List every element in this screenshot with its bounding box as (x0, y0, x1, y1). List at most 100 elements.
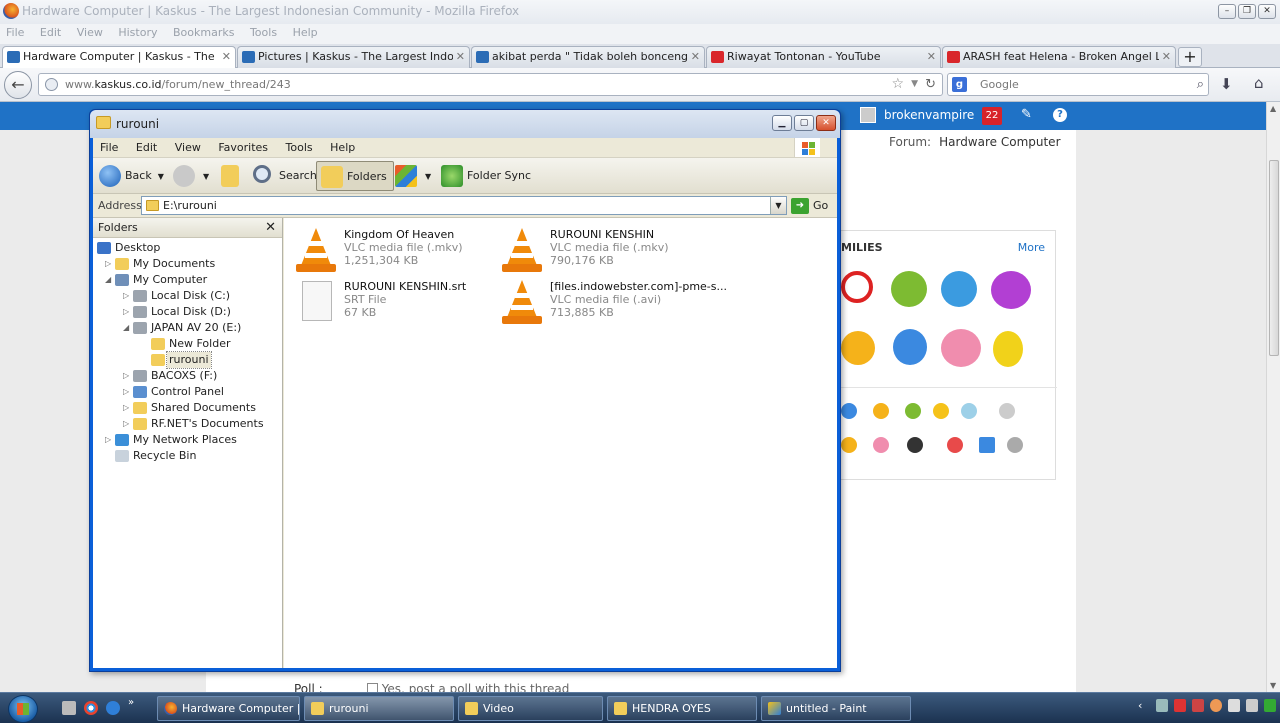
start-button[interactable] (8, 695, 38, 723)
menu-history[interactable]: History (118, 24, 157, 42)
ie-icon[interactable] (106, 701, 120, 715)
forward-button[interactable]: ▼ (169, 161, 215, 191)
address-input[interactable]: E:\rurouni ▼ (141, 196, 787, 215)
tray-icon[interactable] (1264, 699, 1276, 712)
task-video[interactable]: Video (458, 696, 603, 721)
restore-button[interactable]: ❐ (1238, 4, 1256, 19)
task-firefox[interactable]: Hardware Computer | ... (157, 696, 300, 721)
blue-smiley-icon[interactable] (941, 271, 977, 307)
mini-smiley-icon[interactable] (873, 403, 889, 419)
quick-launch-icon[interactable] (62, 701, 76, 715)
history-dropdown-icon[interactable]: ▼ (911, 74, 918, 95)
mini-smiley-icon[interactable] (905, 403, 921, 419)
pencil-icon[interactable]: ✎ (1021, 107, 1032, 122)
mini-smiley-icon[interactable] (907, 437, 923, 453)
username-link[interactable]: brokenvampire (884, 108, 974, 122)
maximize-button[interactable]: ▢ (794, 115, 814, 131)
minimize-button[interactable]: ▁ (772, 115, 792, 131)
expand-icon[interactable]: ▷ (123, 368, 129, 384)
address-dropdown-icon[interactable]: ▼ (770, 197, 786, 214)
file-item[interactable]: [files.indowebster.com]-pme-s... VLC med… (496, 276, 727, 328)
tab-akibat-perda[interactable]: akibat perda " Tidak boleh bonceng ngan.… (471, 46, 705, 68)
tray-icon[interactable] (1156, 699, 1168, 712)
folders-button[interactable]: Folders (316, 161, 394, 191)
task-rurouni[interactable]: rurouni (304, 696, 454, 721)
tray-expand-icon[interactable]: ‹ (1138, 699, 1142, 712)
expand-icon[interactable]: ▷ (123, 400, 129, 416)
more-smilies-link[interactable]: More (1018, 241, 1045, 254)
bookmark-star-icon[interactable]: ☆ (891, 74, 904, 95)
mini-smiley-icon[interactable] (873, 437, 889, 453)
help-icon[interactable]: ? (1053, 108, 1067, 122)
menu-file[interactable]: File (6, 24, 24, 42)
tray-icon[interactable] (1192, 699, 1204, 712)
close-tab-icon[interactable]: ✕ (222, 47, 231, 67)
file-item[interactable]: Kingdom Of Heaven VLC media file (.mkv) … (290, 224, 490, 276)
menu-help[interactable]: Help (330, 138, 355, 157)
minimize-button[interactable]: – (1218, 4, 1236, 19)
expand-icon[interactable]: ▷ (123, 384, 129, 400)
up-arrow-icon[interactable] (979, 437, 995, 453)
back-arrow-icon[interactable]: ← (4, 71, 32, 99)
menu-file[interactable]: File (100, 138, 118, 157)
more-quick-launch-icon[interactable]: » (128, 697, 142, 711)
green-smiley-icon[interactable] (891, 271, 927, 307)
url-bar[interactable]: www.kaskus.co.id/forum/new_thread/243 ☆ … (38, 73, 943, 96)
no-smiley-icon[interactable] (841, 271, 873, 303)
download-icon[interactable]: ⬇ (1220, 75, 1233, 93)
network-icon[interactable] (1228, 699, 1240, 712)
menu-edit[interactable]: Edit (40, 24, 61, 42)
file-item[interactable]: RUROUNI KENSHIN VLC media file (.mkv) 79… (496, 224, 696, 276)
expand-icon[interactable]: ▷ (123, 304, 129, 320)
expand-icon[interactable]: ▷ (123, 416, 129, 432)
expand-icon[interactable]: ▷ (123, 288, 129, 304)
go-button[interactable]: ➜ Go (791, 197, 828, 215)
search-icon[interactable]: ⌕ (1197, 74, 1204, 95)
yellow-smiley-icon[interactable] (993, 331, 1023, 367)
mini-smiley-icon[interactable] (841, 403, 857, 419)
tray-icon[interactable] (1174, 699, 1186, 712)
chrome-icon[interactable] (84, 701, 98, 715)
notification-badge[interactable]: 22 (982, 107, 1002, 125)
menu-tools[interactable]: Tools (286, 138, 313, 157)
menu-favorites[interactable]: Favorites (218, 138, 268, 157)
google-icon[interactable]: g (952, 77, 967, 92)
folder-sync-button[interactable]: Folder Sync (437, 161, 537, 191)
close-tab-icon[interactable]: ✕ (1162, 47, 1171, 67)
scroll-down-icon[interactable]: ▼ (1270, 681, 1276, 690)
task-hendra-oyes[interactable]: HENDRA OYES (607, 696, 757, 721)
menu-view[interactable]: View (175, 138, 201, 157)
purple-smiley-icon[interactable] (991, 271, 1031, 309)
heart-smiley-icon[interactable] (941, 329, 981, 367)
task-paint[interactable]: untitled - Paint (761, 696, 911, 721)
menu-tools[interactable]: Tools (250, 24, 277, 42)
mini-smiley-icon[interactable] (933, 403, 949, 419)
menu-view[interactable]: View (77, 24, 103, 42)
scroll-up-icon[interactable]: ▲ (1270, 104, 1276, 113)
mini-smiley-icon[interactable] (947, 437, 963, 453)
tab-pictures[interactable]: Pictures | Kaskus - The Largest Indonesi… (237, 46, 470, 68)
menu-help[interactable]: Help (293, 24, 318, 42)
back-button[interactable]: Back ▼ (95, 161, 170, 191)
close-tab-icon[interactable]: ✕ (691, 47, 700, 67)
views-button[interactable]: ▼ (391, 161, 437, 191)
search-button[interactable]: Search (249, 161, 323, 191)
scrollbar-thumb[interactable] (1269, 160, 1279, 356)
tab-youtube-history[interactable]: Riwayat Tontonan - YouTube ✕ (706, 46, 941, 68)
poll-checkbox[interactable] (366, 683, 378, 692)
mini-smiley-icon[interactable] (1007, 437, 1023, 453)
close-tab-icon[interactable]: ✕ (927, 47, 936, 67)
up-folder-button[interactable] (217, 161, 245, 191)
expand-icon[interactable]: ▷ (105, 432, 111, 448)
mini-smiley-icon[interactable] (999, 403, 1015, 419)
page-scrollbar[interactable]: ▲ ▼ (1266, 102, 1280, 692)
blue-eyes-smiley-icon[interactable] (893, 329, 927, 365)
close-pane-icon[interactable]: ✕ (265, 218, 276, 238)
close-button[interactable]: ✕ (816, 115, 836, 131)
file-item[interactable]: RUROUNI KENSHIN.srt SRT File 67 KB (290, 276, 490, 328)
close-button[interactable]: ✕ (1258, 4, 1276, 19)
menu-edit[interactable]: Edit (136, 138, 157, 157)
close-tab-icon[interactable]: ✕ (456, 47, 465, 67)
collapse-icon[interactable]: ◢ (123, 320, 129, 336)
tab-arash-lyrics[interactable]: ARASH feat Helena - Broken Angel Lyrics.… (942, 46, 1176, 68)
